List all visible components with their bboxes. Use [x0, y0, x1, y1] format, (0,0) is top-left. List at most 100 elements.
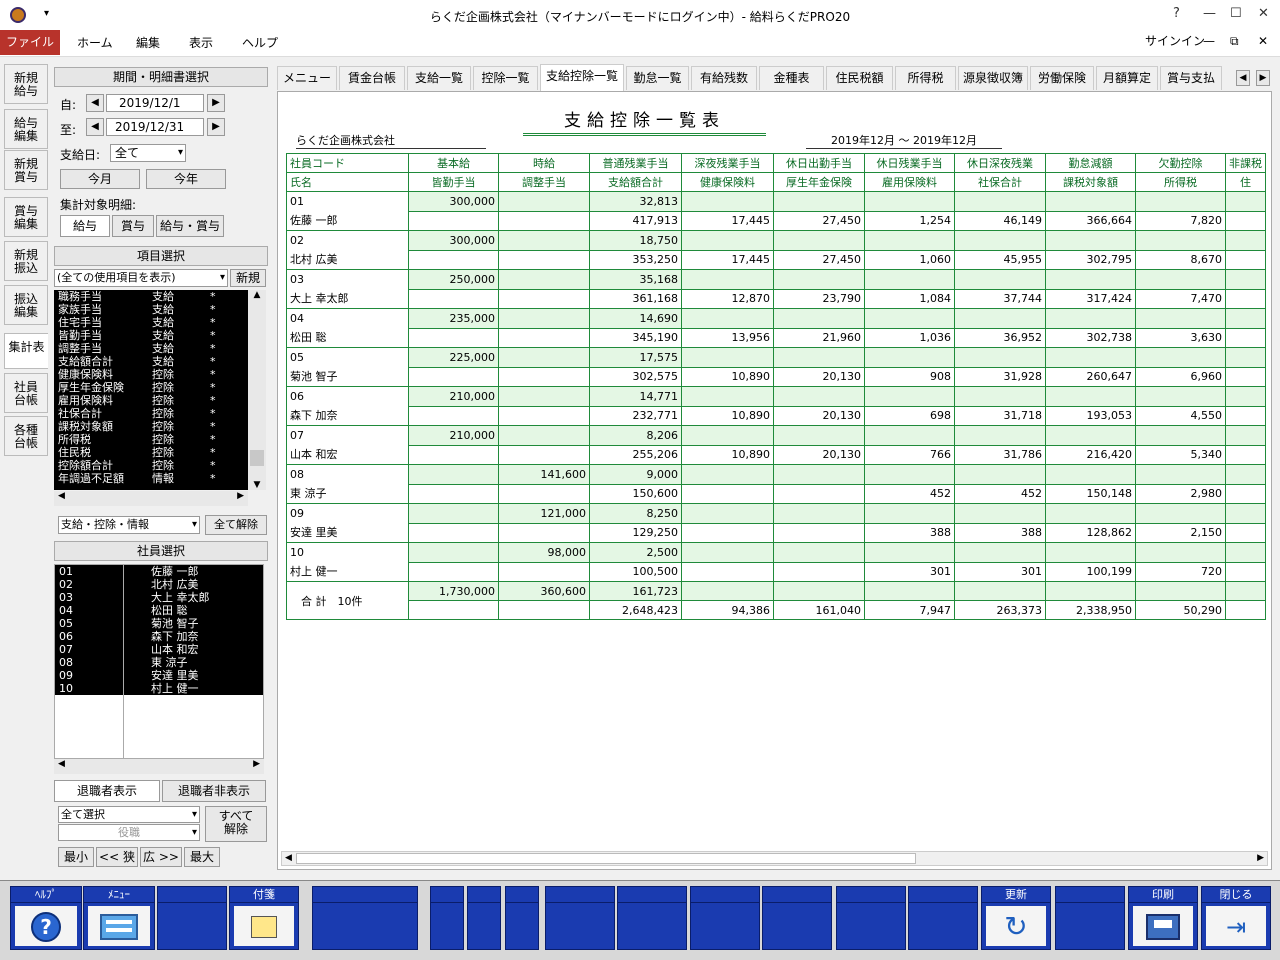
function-key-blank-4[interactable] [312, 886, 418, 950]
to-prev-button[interactable]: ◀ [86, 118, 104, 136]
item-row[interactable]: 住宅手当 支給 * [54, 316, 248, 329]
scroll-up-icon[interactable]: ▲ [248, 290, 266, 300]
employee-row[interactable]: 09 安達 里美 [55, 669, 263, 682]
item-list-hscrollbar[interactable]: ◀ ▶ [54, 491, 248, 506]
new-item-button[interactable]: 新規 [230, 269, 266, 287]
file-tab[interactable]: ファイル [0, 30, 60, 55]
table-row[interactable]: 417,913 17,445 27,450 1,254 46,149 366,664 7,8… [287, 210, 1266, 231]
item-type-select[interactable]: 支給・控除・情報 ▾ [58, 516, 200, 534]
ribbon-minimize-icon[interactable]: — [1203, 34, 1215, 48]
table-row[interactable]: 05 菊池 智子 225,000 17,575 [286, 347, 1266, 387]
function-key-blank-10[interactable] [690, 886, 760, 950]
employee-row[interactable]: 06 森下 加奈 [55, 630, 263, 643]
item-row[interactable]: 雇用保険料 控除 * [54, 394, 248, 407]
table-row[interactable]: 10 村上 健一 98,000 2,500 [286, 542, 1266, 582]
target-salary-button[interactable]: 給与 [60, 215, 110, 237]
function-key-blank-7[interactable] [505, 886, 539, 950]
this-year-button[interactable]: 今年 [146, 169, 226, 189]
scroll-thumb[interactable] [250, 450, 264, 466]
vtab-new-transfer[interactable]: 新規 振込 [4, 241, 48, 281]
item-row[interactable]: 厚生年金保険 控除 * [54, 381, 248, 394]
item-row[interactable]: 社保合計 控除 * [54, 407, 248, 420]
table-row[interactable]: 302,575 10,890 20,130 908 31,928 260,647 6,960 [287, 366, 1266, 387]
tab-denomination[interactable]: 金種表 [759, 66, 824, 90]
tab-withholding[interactable]: 源泉徴収簿 [958, 66, 1028, 90]
item-row[interactable]: 健康保険料 控除 * [54, 368, 248, 381]
zoom-max-button[interactable]: 最大 [184, 847, 220, 867]
table-row[interactable]: 100,500 301 301 100,199 720 [287, 561, 1266, 582]
tab-resident-tax[interactable]: 住民税額 [826, 66, 893, 90]
table-row[interactable]: 09 安達 里美 121,000 8,250 [286, 503, 1266, 543]
table-row[interactable]: 06 森下 加奈 210,000 14,771 [286, 386, 1266, 426]
function-key-blank-14[interactable] [1055, 886, 1125, 950]
employee-row[interactable]: 01 佐藤 一郎 [55, 565, 263, 578]
position-select[interactable]: 役職 ▾ [58, 824, 200, 841]
scroll-right-icon[interactable]: ▶ [253, 759, 260, 769]
item-row[interactable]: 住民税 控除 * [54, 446, 248, 459]
vtab-employee-ledger[interactable]: 社員 台帳 [4, 373, 48, 413]
tab-payment-list[interactable]: 支給一覧 [407, 66, 471, 90]
tab-income-tax[interactable]: 所得税 [895, 66, 956, 90]
employee-row[interactable]: 03 大上 幸太郎 [55, 591, 263, 604]
scroll-left-icon[interactable]: ◀ [54, 759, 65, 769]
function-key-blank-11[interactable] [762, 886, 832, 950]
function-key-blank-8[interactable] [545, 886, 615, 950]
employee-row[interactable]: 07 山本 和宏 [55, 643, 263, 656]
scroll-right-icon[interactable]: ▶ [1257, 853, 1264, 863]
table-row[interactable]: 01 佐藤 一郎 300,000 32,813 [286, 191, 1266, 231]
table-row[interactable]: 150,600 452 452 150,148 2,980 [287, 483, 1266, 504]
item-list[interactable]: 職務手当 支給 * 家族手当 支給 * 住宅手当 支給 * 皆勤手当 支給 * 調整手当 支給 * 支給額合計… [54, 290, 248, 490]
table-row[interactable]: 232,771 10,890 20,130 698 31,718 193,053 4,550 [287, 405, 1266, 426]
ribbon-tab-help[interactable]: ヘルプ [242, 34, 278, 51]
tab-bonus-payment[interactable]: 賞与支払 [1160, 66, 1222, 90]
item-row[interactable]: 所得税 控除 * [54, 433, 248, 446]
vtab-new-salary[interactable]: 新規 給与 [4, 64, 48, 104]
function-key-blank-2[interactable] [157, 886, 227, 950]
ribbon-close-icon[interactable]: ✕ [1258, 34, 1268, 48]
item-row[interactable]: 年調過不足額 情報 * [54, 472, 248, 485]
employee-row[interactable]: 04 松田 聡 [55, 604, 263, 617]
function-key-blank-5[interactable] [430, 886, 464, 950]
from-date-field[interactable]: 2019/12/1 [106, 94, 204, 112]
item-row[interactable]: 皆勤手当 支給 * [54, 329, 248, 342]
table-row[interactable]: 129,250 388 388 128,862 2,150 [287, 522, 1266, 543]
tab-labor-insurance[interactable]: 労働保険 [1030, 66, 1094, 90]
function-key-printer-icon[interactable]: 印刷 [1128, 886, 1198, 950]
close-icon[interactable]: ✕ [1258, 6, 1269, 21]
from-next-button[interactable]: ▶ [207, 94, 225, 112]
report-hscrollbar[interactable]: ◀ ▶ [281, 851, 1268, 866]
table-row[interactable]: 08 東 涼子 141,600 9,000 [286, 464, 1266, 504]
item-row[interactable]: 職務手当 支給 * [54, 290, 248, 303]
table-row[interactable]: 04 松田 聡 235,000 14,690 [286, 308, 1266, 348]
item-row[interactable]: 家族手当 支給 * [54, 303, 248, 316]
scroll-left-icon[interactable]: ◀ [285, 853, 292, 863]
function-key-exit-icon[interactable]: 閉じる ⇥ [1201, 886, 1271, 950]
function-key-refresh-icon[interactable]: 更新 ↻ [981, 886, 1051, 950]
signin-link[interactable]: サインイン [1145, 32, 1205, 49]
tab-paid-leave[interactable]: 有給残数 [691, 66, 757, 90]
function-key-help-icon[interactable]: ﾍﾙﾌﾟ? [10, 886, 82, 950]
scroll-right-icon[interactable]: ▶ [237, 491, 244, 501]
item-row[interactable]: 控除額合計 控除 * [54, 459, 248, 472]
vtab-edit-bonus[interactable]: 賞与 編集 [4, 197, 48, 237]
item-row[interactable]: 調整手当 支給 * [54, 342, 248, 355]
tab-scroll-left-icon[interactable]: ◀ [1236, 70, 1250, 86]
ribbon-restore-icon[interactable]: ⧉ [1230, 34, 1239, 49]
employee-list[interactable]: 01 佐藤 一郎 02 北村 広美 03 大上 幸太郎 04 松田 聡 05 菊池 智子 06 森下 … [54, 564, 264, 759]
table-row[interactable]: 345,190 13,956 21,960 1,036 36,952 302,738 3,6… [287, 327, 1266, 348]
vtab-various-ledger[interactable]: 各種 台帳 [4, 416, 48, 456]
select-all-select[interactable]: 全て選択 ▾ [58, 806, 200, 823]
vtab-summary[interactable]: 集計表 [4, 333, 48, 369]
payday-select[interactable]: 全て ▾ [110, 144, 186, 162]
employee-row[interactable]: 10 村上 健一 [55, 682, 263, 695]
this-month-button[interactable]: 今月 [60, 169, 140, 189]
employee-row[interactable]: 02 北村 広美 [55, 578, 263, 591]
table-row[interactable]: 255,206 10,890 20,130 766 31,786 216,420 5,340 [287, 444, 1266, 465]
table-row[interactable]: 361,168 12,870 23,790 1,084 37,744 317,424 7,4… [287, 288, 1266, 309]
tab-wage-ledger[interactable]: 賃金台帳 [339, 66, 405, 90]
maximize-icon[interactable]: ☐ [1230, 6, 1242, 21]
function-key-blank-12[interactable] [836, 886, 906, 950]
vtab-new-bonus[interactable]: 新規 賞与 [4, 150, 48, 190]
tab-payment-deduction-list[interactable]: 支給控除一覧 [540, 64, 624, 91]
function-key-sticky-note-icon[interactable]: 付箋 [229, 886, 299, 950]
